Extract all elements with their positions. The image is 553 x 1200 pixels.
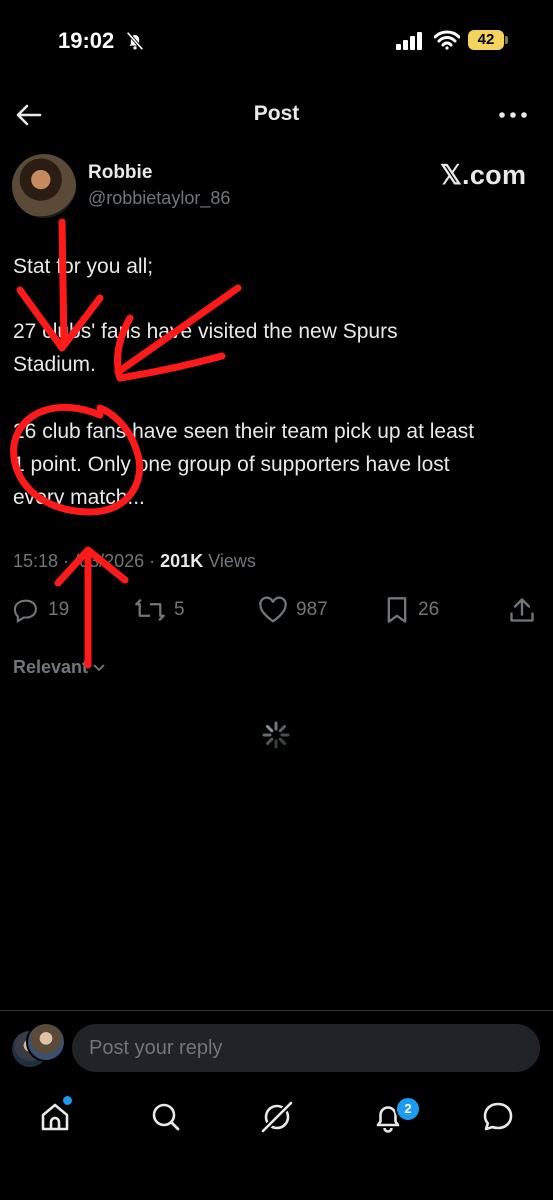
loading-spinner-icon — [262, 721, 290, 749]
grok-icon[interactable] — [257, 1097, 297, 1137]
divider — [0, 1010, 553, 1011]
search-icon[interactable] — [146, 1097, 186, 1137]
annotation-down-arrow — [58, 218, 68, 349]
reply-avatars — [10, 1022, 66, 1072]
annotation-circle — [10, 403, 144, 516]
reply-input[interactable] — [72, 1024, 540, 1072]
red-annotation-overlay — [10, 218, 242, 669]
avatar — [26, 1022, 66, 1062]
messages-icon[interactable] — [478, 1097, 518, 1137]
notification-count-badge: 2 — [395, 1096, 421, 1122]
home-unread-dot — [62, 1095, 73, 1106]
